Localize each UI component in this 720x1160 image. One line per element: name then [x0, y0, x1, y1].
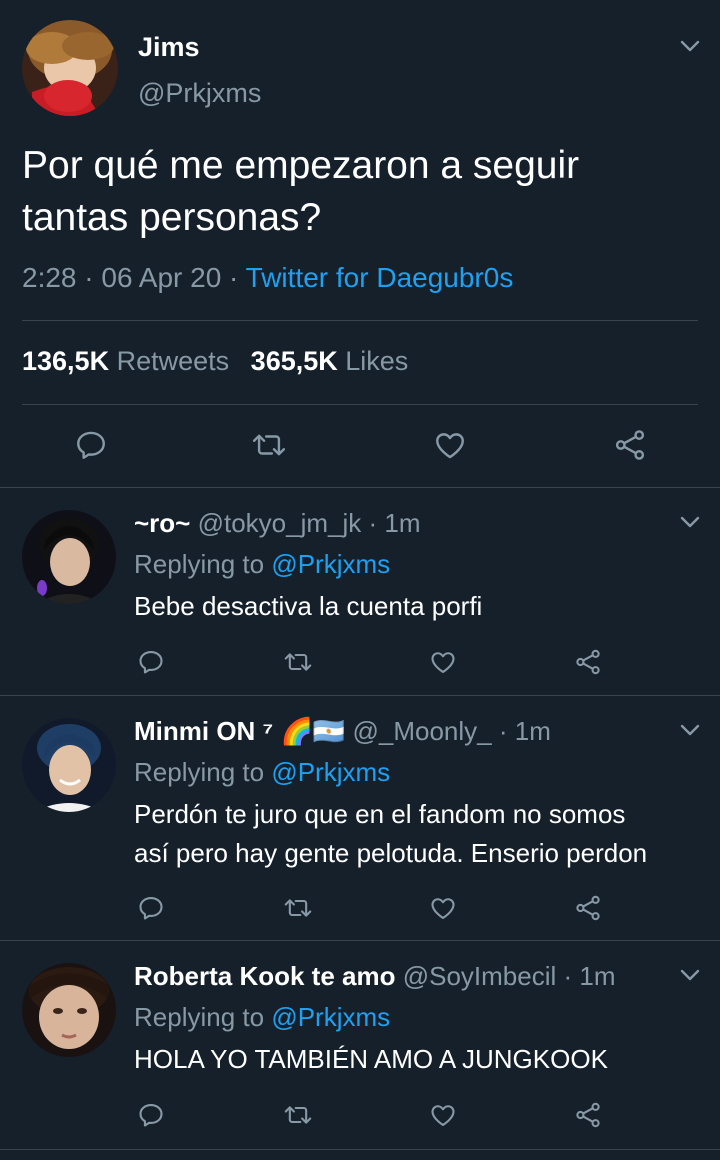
tweet-text-line: tantas personas? [22, 196, 322, 239]
avatar[interactable] [22, 20, 118, 116]
separator: · [84, 262, 94, 293]
replying-to-link[interactable]: @Prkjxms [271, 757, 390, 787]
handle[interactable]: @Prkjxms [138, 78, 261, 109]
tweet-source-link[interactable]: Twitter for Daegubr0s [246, 262, 514, 293]
chevron-down-icon[interactable] [680, 724, 700, 736]
tweet-stats: 136,5K Retweets 365,5K Likes [22, 346, 408, 377]
share-icon[interactable] [612, 428, 648, 462]
handle[interactable]: @_Moonly_ [353, 716, 492, 746]
replying-prefix: Replying to [134, 757, 265, 787]
reply-icon[interactable] [137, 1101, 165, 1129]
retweets-label: Retweets [116, 346, 230, 376]
replying-to-link[interactable]: @Prkjxms [271, 549, 390, 579]
share-icon[interactable] [573, 648, 603, 676]
display-name[interactable]: ~ro~ [134, 508, 190, 538]
handle[interactable]: @tokyo_jm_jk [198, 508, 362, 538]
chevron-down-icon[interactable] [680, 40, 700, 52]
tweet-meta: 2:28 · 06 Apr 20 · Twitter for Daegubr0s [22, 262, 513, 294]
reply-tweet[interactable]: ~ro~ @tokyo_jm_jk · 1m Replying to @Prkj… [0, 488, 720, 695]
retweet-icon[interactable] [282, 1101, 314, 1129]
like-icon[interactable] [428, 894, 458, 922]
reply-text: Bebe desactiva la cuenta porfi [134, 587, 482, 626]
chevron-down-icon[interactable] [680, 516, 700, 528]
reply-time: · 1m [498, 716, 551, 746]
reply-icon[interactable] [137, 648, 165, 676]
likes-label: Likes [345, 346, 409, 376]
like-icon[interactable] [432, 428, 468, 462]
retweets-stat[interactable]: 136,5K Retweets [22, 346, 237, 376]
replying-prefix: Replying to [134, 549, 265, 579]
reply-text-line: Perdón te juro que en el fandom no somos [134, 799, 626, 829]
retweet-icon[interactable] [250, 428, 288, 462]
tweet-time: 2:28 [22, 262, 77, 293]
likes-stat[interactable]: 365,5K Likes [251, 346, 409, 376]
reply-time: · 1m [368, 508, 421, 538]
share-icon[interactable] [573, 894, 603, 922]
display-name[interactable]: Jims [138, 32, 200, 63]
replying-to: Replying to @Prkjxms [134, 757, 390, 788]
display-name[interactable]: Roberta Kook te amo [134, 961, 396, 991]
reply-text: HOLA YO TAMBIÉN AMO A JUNGKOOK [134, 1040, 608, 1079]
avatar[interactable] [22, 510, 116, 604]
reply-header: Roberta Kook te amo @SoyImbecil · 1m [134, 961, 616, 992]
avatar[interactable] [22, 718, 116, 812]
reply-text: Perdón te juro que en el fandom no somos… [134, 795, 647, 873]
display-name[interactable]: Minmi ON ⁷ [134, 716, 273, 746]
divider [22, 320, 698, 321]
reply-icon[interactable] [137, 894, 165, 922]
reply-time: · 1m [563, 961, 616, 991]
emoji-flags: 🌈🇦🇷 [280, 716, 346, 746]
like-icon[interactable] [428, 1101, 458, 1129]
retweet-icon[interactable] [282, 648, 314, 676]
reply-header: Minmi ON ⁷ 🌈🇦🇷 @_Moonly_ · 1m [134, 716, 551, 747]
chevron-down-icon[interactable] [680, 969, 700, 981]
share-icon[interactable] [573, 1101, 603, 1129]
divider [0, 1149, 720, 1150]
reply-tweet[interactable]: Minmi ON ⁷ 🌈🇦🇷 @_Moonly_ · 1m Replying t… [0, 696, 720, 940]
avatar[interactable] [22, 963, 116, 1057]
retweet-icon[interactable] [282, 894, 314, 922]
reply-tweet[interactable]: Roberta Kook te amo @SoyImbecil · 1m Rep… [0, 941, 720, 1149]
handle[interactable]: @SoyImbecil [403, 961, 557, 991]
like-icon[interactable] [428, 648, 458, 676]
tweet-text: Por qué me empezaron a seguir tantas per… [22, 140, 712, 244]
tweet-text-line: Por qué me empezaron a seguir [22, 144, 580, 187]
reply-text-line: HOLA YO TAMBIÉN AMO A JUNGKOOK [134, 1044, 608, 1074]
replying-prefix: Replying to [134, 1002, 265, 1032]
divider [22, 404, 698, 405]
reply-text-line: así pero hay gente pelotuda. Enserio per… [134, 838, 648, 868]
tweet-date: 06 Apr 20 [101, 262, 222, 293]
reply-text-line: Bebe desactiva la cuenta porfi [134, 591, 483, 621]
reply-icon[interactable] [74, 428, 108, 462]
likes-count: 365,5K [250, 346, 338, 376]
separator: · [229, 262, 239, 293]
reply-header: ~ro~ @tokyo_jm_jk · 1m [134, 508, 421, 539]
replying-to-link[interactable]: @Prkjxms [271, 1002, 390, 1032]
retweets-count: 136,5K [22, 346, 110, 376]
replying-to: Replying to @Prkjxms [134, 1002, 390, 1033]
replying-to: Replying to @Prkjxms [134, 549, 390, 580]
